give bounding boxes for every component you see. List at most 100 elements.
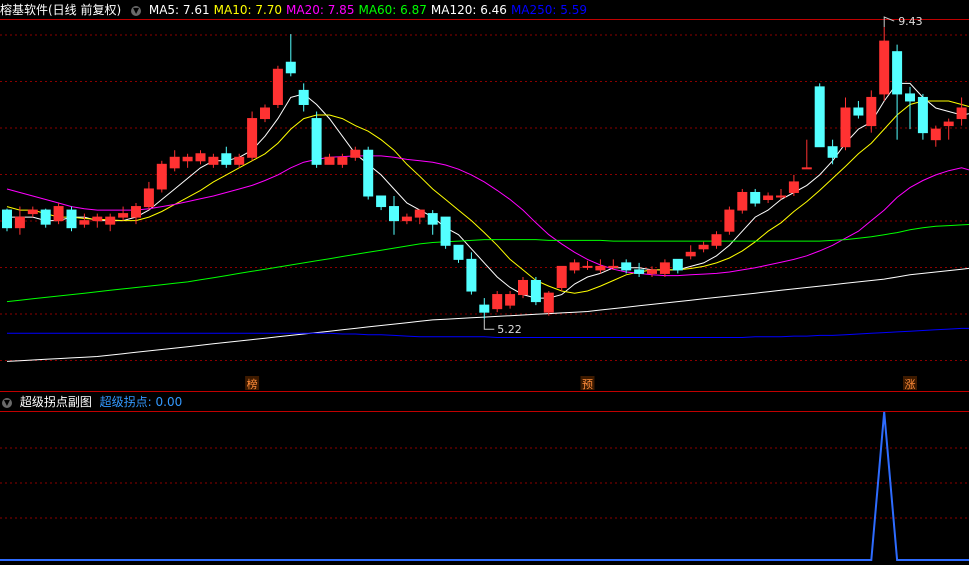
candle-body [763,195,774,201]
candle-body [917,96,928,134]
candle-body [2,209,12,229]
stock-title: 榕基软件(日线 前复权) [0,3,122,17]
candle-body [363,149,374,197]
candle-body [143,188,154,208]
candle-body [582,265,593,268]
candle-body [479,304,490,313]
candle-body [118,213,129,218]
main-chart-header: 榕基软件(日线 前复权) ▼ MA5: 7.61 MA10: 7.70 MA20: … [0,0,595,20]
candle-body [376,195,387,208]
candle-body [608,265,619,268]
indicator-line [0,411,969,561]
candle-body [389,206,399,222]
candle-body [427,213,438,225]
candle-body [634,269,645,274]
candle-body [440,216,451,246]
candle-body [92,216,103,222]
candle-body [840,107,851,148]
candle-body [853,107,864,116]
candle-body [105,216,116,225]
event-marker-label: 榜 [247,377,258,391]
candle-body [53,206,64,222]
candle-body [156,163,167,190]
collapse-toggle-icon[interactable]: ▼ [2,397,12,408]
ma-line-ma250 [7,327,969,338]
candle-body [543,292,554,313]
candle-body [298,89,309,105]
candle-body [453,244,464,260]
ma-line-ma120 [6,267,969,362]
candle-body [27,209,38,215]
high-price-label: 9.43 [898,15,923,28]
low-price-label: 5.22 [497,323,522,336]
candle-body [672,258,683,271]
event-marker-label: 预 [582,378,593,391]
candle-body [569,262,580,271]
candle-body [956,107,967,120]
sub-chart-title: 超级拐点副图 [19,395,92,409]
candle-body [466,258,477,292]
candle-body [724,209,735,232]
candle-body [788,181,799,193]
candle-body [221,153,232,165]
candle-body [827,146,838,158]
high-pointer [883,16,895,28]
candle-body [750,191,761,204]
candle-body [801,167,812,170]
ma-legend-item: MA60: 6.87 [358,3,427,17]
candle-body [505,294,516,306]
ma-legend-item: MA120: 6.46 [430,3,507,17]
candle-body [866,96,877,127]
candlestick-chart[interactable]: 9.43 5.22 榜 预 涨 [0,0,969,565]
candle-body [195,153,206,162]
candle-body [260,107,270,120]
candle-body [685,251,696,257]
ma-legend-item: MA10: 7.70 [213,3,283,17]
ma-legend-item: MA20: 7.85 [286,3,355,17]
candle-body [530,279,541,303]
candle-body [14,216,25,229]
candle-body [208,156,219,165]
candle-body [879,40,890,95]
candle-body [131,206,141,218]
candle-body [659,262,670,274]
candle-body [234,156,245,165]
event-marker-label: 涨 [905,378,916,391]
collapse-toggle-icon[interactable]: ▼ [131,5,142,16]
candle-body [66,209,77,229]
candle-body [414,209,425,218]
candle-body [79,220,90,225]
ma-legend-item: MA5: 7.61 [148,3,210,17]
sub-chart-header: ▼ 超级拐点副图 超级拐点: 0.00 [0,392,186,412]
candle-body [595,265,606,271]
candle-body [311,118,322,165]
candle-body [711,234,722,246]
candle-body [169,156,180,169]
candle-body [556,265,567,289]
candle-body [776,195,786,198]
candle-body [40,209,51,225]
candle-body [943,121,954,127]
candle-body [737,191,748,211]
candle-body [930,128,941,141]
indicator-value: 超级拐点: 0.00 [99,395,183,409]
candle-body [337,156,348,165]
ma-legend: MA5: 7.61 MA10: 7.70 MA20: 7.85 MA60: 6.87 M… [149,3,591,17]
candle-body [324,156,335,165]
candle-body [647,269,657,274]
candle-body [182,156,193,162]
candle-body [518,279,528,296]
candle-body [285,61,296,74]
candle-body [272,68,283,105]
candle-body [247,118,258,158]
candle-body [350,149,361,158]
candle-body [401,216,412,222]
candle-body [892,51,903,95]
ma-legend-item: MA250: 5.59 [510,3,587,17]
candle-body [814,86,825,148]
candle-body [492,294,503,310]
candle-body [621,262,632,271]
low-pointer [483,319,495,330]
candle-body [698,244,709,250]
candle-body [905,93,915,102]
